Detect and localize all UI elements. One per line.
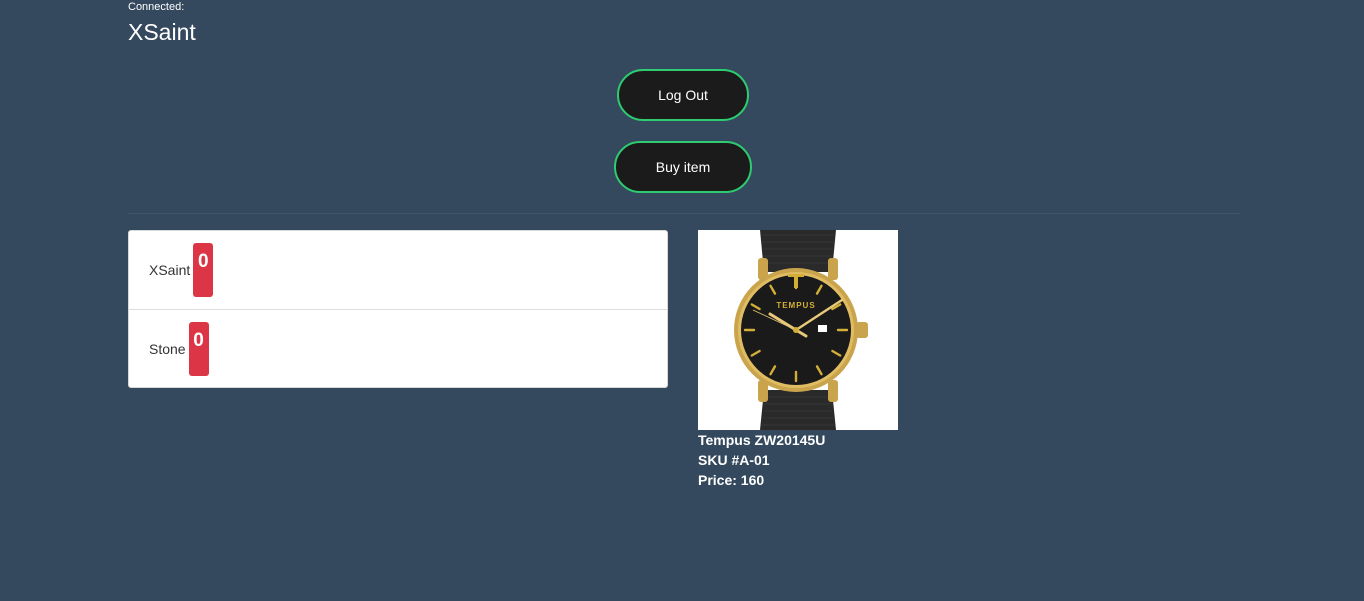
score-badge: 0: [188, 321, 209, 376]
page: Connected: XSaint Log Out Buy item XSain…: [0, 0, 1364, 601]
player-item: Stone 0: [129, 309, 667, 387]
product-name: Tempus ZW20145U: [698, 432, 826, 448]
product-card: TEMPUS Tempus ZW20145U SKU #A-01 Price: …: [698, 230, 898, 490]
buy-item-button[interactable]: Buy item: [614, 141, 752, 193]
player-list: XSaint 0 Stone 0: [128, 230, 668, 388]
player-name: Stone: [149, 340, 186, 357]
product-sku: SKU #A-01: [698, 452, 770, 468]
username-heading: XSaint: [128, 19, 196, 45]
score-badge: 0: [193, 243, 214, 297]
logout-button[interactable]: Log Out: [617, 69, 749, 121]
connected-label: Connected:: [128, 1, 185, 13]
watch-brand-text: TEMPUS: [776, 301, 815, 310]
product-price: Price: 160: [698, 472, 765, 488]
watch-image: TEMPUS: [698, 230, 898, 430]
divider: [128, 213, 1240, 214]
player-item: XSaint 0: [129, 231, 667, 309]
player-name: XSaint: [149, 262, 191, 278]
